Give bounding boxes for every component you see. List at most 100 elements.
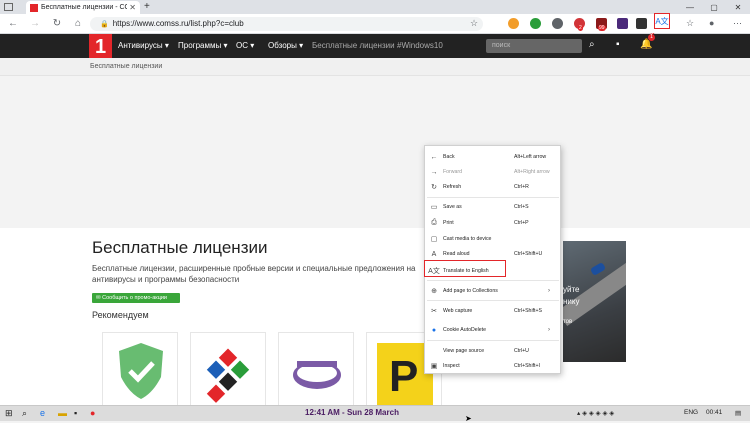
favorites-icon[interactable]: ☆ xyxy=(686,18,694,29)
chat-icon[interactable]: ▪ xyxy=(616,39,620,50)
page-title: Бесплатные лицензии xyxy=(92,238,268,257)
menu-shortcut: Ctrl+U xyxy=(514,348,529,354)
window-controls: — ▢ ✕ xyxy=(678,0,750,14)
mouse-cursor-icon: ➤ xyxy=(465,414,472,423)
nav-windows10[interactable]: #Windows10 xyxy=(397,34,443,58)
nav-reviews[interactable]: Обзоры ▾ xyxy=(268,34,303,58)
menu-item-refresh[interactable]: ↻ Refresh Ctrl+R xyxy=(425,180,562,194)
shield-check-icon xyxy=(119,343,163,399)
menu-label: View page source xyxy=(443,348,485,354)
menu-item-cast[interactable]: ▢ Cast media to device xyxy=(425,232,562,246)
extension-icon-1[interactable] xyxy=(508,18,519,29)
menu-item-back[interactable]: ← Back Alt+Left arrow xyxy=(425,150,562,164)
product-card-adguard[interactable] xyxy=(102,332,178,410)
chevron-right-icon: › xyxy=(548,288,550,294)
site-logo[interactable]: 1 xyxy=(89,34,112,61)
product-card-diamonds[interactable] xyxy=(190,332,266,410)
diamond-logo-icon xyxy=(206,348,250,403)
start-icon[interactable]: ⊞ xyxy=(5,408,13,419)
page-description: Бесплатные лицензии, расширенные пробные… xyxy=(92,264,416,284)
menu-label: Read aloud xyxy=(443,251,470,257)
menu-shortcut: Ctrl+Shift+I xyxy=(514,363,540,369)
tab-close-icon[interactable]: ✕ xyxy=(129,3,136,12)
menu-label: Add page to Collections xyxy=(443,288,498,294)
menu-label: Forward xyxy=(443,169,463,175)
back-button[interactable]: ← xyxy=(6,17,20,31)
refresh-icon: ↻ xyxy=(431,184,437,191)
language-indicator[interactable]: ENG xyxy=(684,409,698,416)
ad-banner[interactable]: уйте нику тов xyxy=(563,241,626,362)
taskbar-clock-banner: 12:41 AM - Sun 28 March xyxy=(305,408,399,417)
save-icon: ▭ xyxy=(430,204,438,211)
extension-icon-6[interactable] xyxy=(617,18,628,29)
folder-icon[interactable]: ▬ xyxy=(58,408,67,418)
system-time[interactable]: 00:41 xyxy=(706,409,722,416)
url-text: https://www.comss.ru/list.php?c=club xyxy=(112,19,244,28)
cookie-icon: ● xyxy=(431,326,437,334)
glasses-logo-icon xyxy=(293,361,341,389)
menu-label: Cookie AutoDelete xyxy=(443,327,486,333)
menu-separator xyxy=(427,197,559,198)
favicon-icon xyxy=(30,3,38,12)
menu-item-view-source[interactable]: View page source Ctrl+U xyxy=(425,344,562,358)
nav-programs[interactable]: Программы ▾ xyxy=(178,34,227,58)
nav-free-licenses[interactable]: Бесплатные лицензии xyxy=(312,34,395,58)
search-icon[interactable]: ⌕ xyxy=(22,408,27,419)
menu-separator xyxy=(427,340,559,341)
menu-shortcut: Alt+Right arrow xyxy=(514,169,550,175)
extension-icon-2[interactable] xyxy=(530,18,541,29)
profile-avatar-icon[interactable]: ● xyxy=(709,18,714,28)
banner-text-2: нику xyxy=(563,297,580,306)
menu-separator xyxy=(427,280,559,281)
menu-item-read-aloud[interactable]: A Read aloud Ctrl+Shift+U xyxy=(425,247,562,261)
search-icon[interactable]: ⌕ xyxy=(589,39,595,50)
nav-antivirus[interactable]: Антивирусы ▾ xyxy=(118,34,169,58)
read-aloud-icon: A xyxy=(431,250,437,258)
notifications-icon[interactable]: ▤ xyxy=(735,409,741,417)
app-icon[interactable]: ▪ xyxy=(74,408,77,418)
edge-icon[interactable]: e xyxy=(40,408,45,418)
menu-item-print[interactable]: ⎙ Print Ctrl+P xyxy=(425,216,562,230)
forward-button[interactable]: → xyxy=(28,17,42,31)
menu-shortcut: Ctrl+R xyxy=(514,184,529,190)
svg-text:P: P xyxy=(389,352,418,401)
menu-label: Cast media to device xyxy=(443,236,492,242)
report-promo-button[interactable]: ✉ Сообщить о промо-акции xyxy=(92,293,180,303)
browser-tab[interactable]: Бесплатные лицензии - COMSS ✕ xyxy=(26,1,140,14)
favorite-star-icon[interactable]: ☆ xyxy=(470,18,478,29)
collections-icon: ⊕ xyxy=(431,288,437,295)
menu-shortcut: Ctrl+Shift+S xyxy=(514,308,542,314)
more-menu-icon[interactable]: ⋯ xyxy=(733,18,742,29)
maximize-button[interactable]: ▢ xyxy=(702,0,726,14)
product-card-glasses[interactable] xyxy=(278,332,354,410)
app-icon-red[interactable]: ● xyxy=(90,408,95,418)
nav-os[interactable]: ОС ▾ xyxy=(236,34,254,58)
address-bar[interactable]: 🔒 https://www.comss.ru/list.php?c=club xyxy=(90,17,483,31)
translate-icon[interactable]: A文 xyxy=(654,13,670,29)
minimize-button[interactable]: — xyxy=(678,0,702,14)
tray-icons[interactable]: ▴ ◈ ◈ ◈ ◈ ◈ xyxy=(577,409,614,417)
menu-item-collections[interactable]: ⊕ Add page to Collections › xyxy=(425,284,562,298)
menu-shortcut: Ctrl+S xyxy=(514,204,529,210)
menu-item-forward[interactable]: → Forward Alt+Right arrow xyxy=(425,165,562,179)
menu-shortcut: Ctrl+P xyxy=(514,220,529,226)
window-menu-icon[interactable] xyxy=(4,3,13,11)
close-window-button[interactable]: ✕ xyxy=(726,0,750,14)
reload-button[interactable]: ↻ xyxy=(50,17,64,31)
new-tab-button[interactable]: + xyxy=(144,1,150,12)
menu-label: Save as xyxy=(443,204,462,210)
highlight-box xyxy=(424,260,506,277)
home-button[interactable]: ⌂ xyxy=(71,17,85,31)
tab-title: Бесплатные лицензии - COMSS xyxy=(41,4,128,11)
extension-icon-3[interactable] xyxy=(552,18,563,29)
menu-shortcut: Ctrl+Shift+U xyxy=(514,251,543,257)
menu-item-web-capture[interactable]: ✂ Web capture Ctrl+Shift+S xyxy=(425,304,562,318)
menu-item-inspect[interactable]: ▣ Inspect Ctrl+Shift+I xyxy=(425,359,562,373)
breadcrumb[interactable]: Бесплатные лицензии xyxy=(90,63,162,70)
menu-item-cookie-autodelete[interactable]: ● Cookie AutoDelete › xyxy=(425,323,562,337)
menu-item-save-as[interactable]: ▭ Save as Ctrl+S xyxy=(425,200,562,214)
extension-icon-7[interactable] xyxy=(636,18,647,29)
site-search-input[interactable]: поиск xyxy=(486,39,582,53)
forward-icon: → xyxy=(430,168,438,176)
cast-icon: ▢ xyxy=(430,236,438,243)
